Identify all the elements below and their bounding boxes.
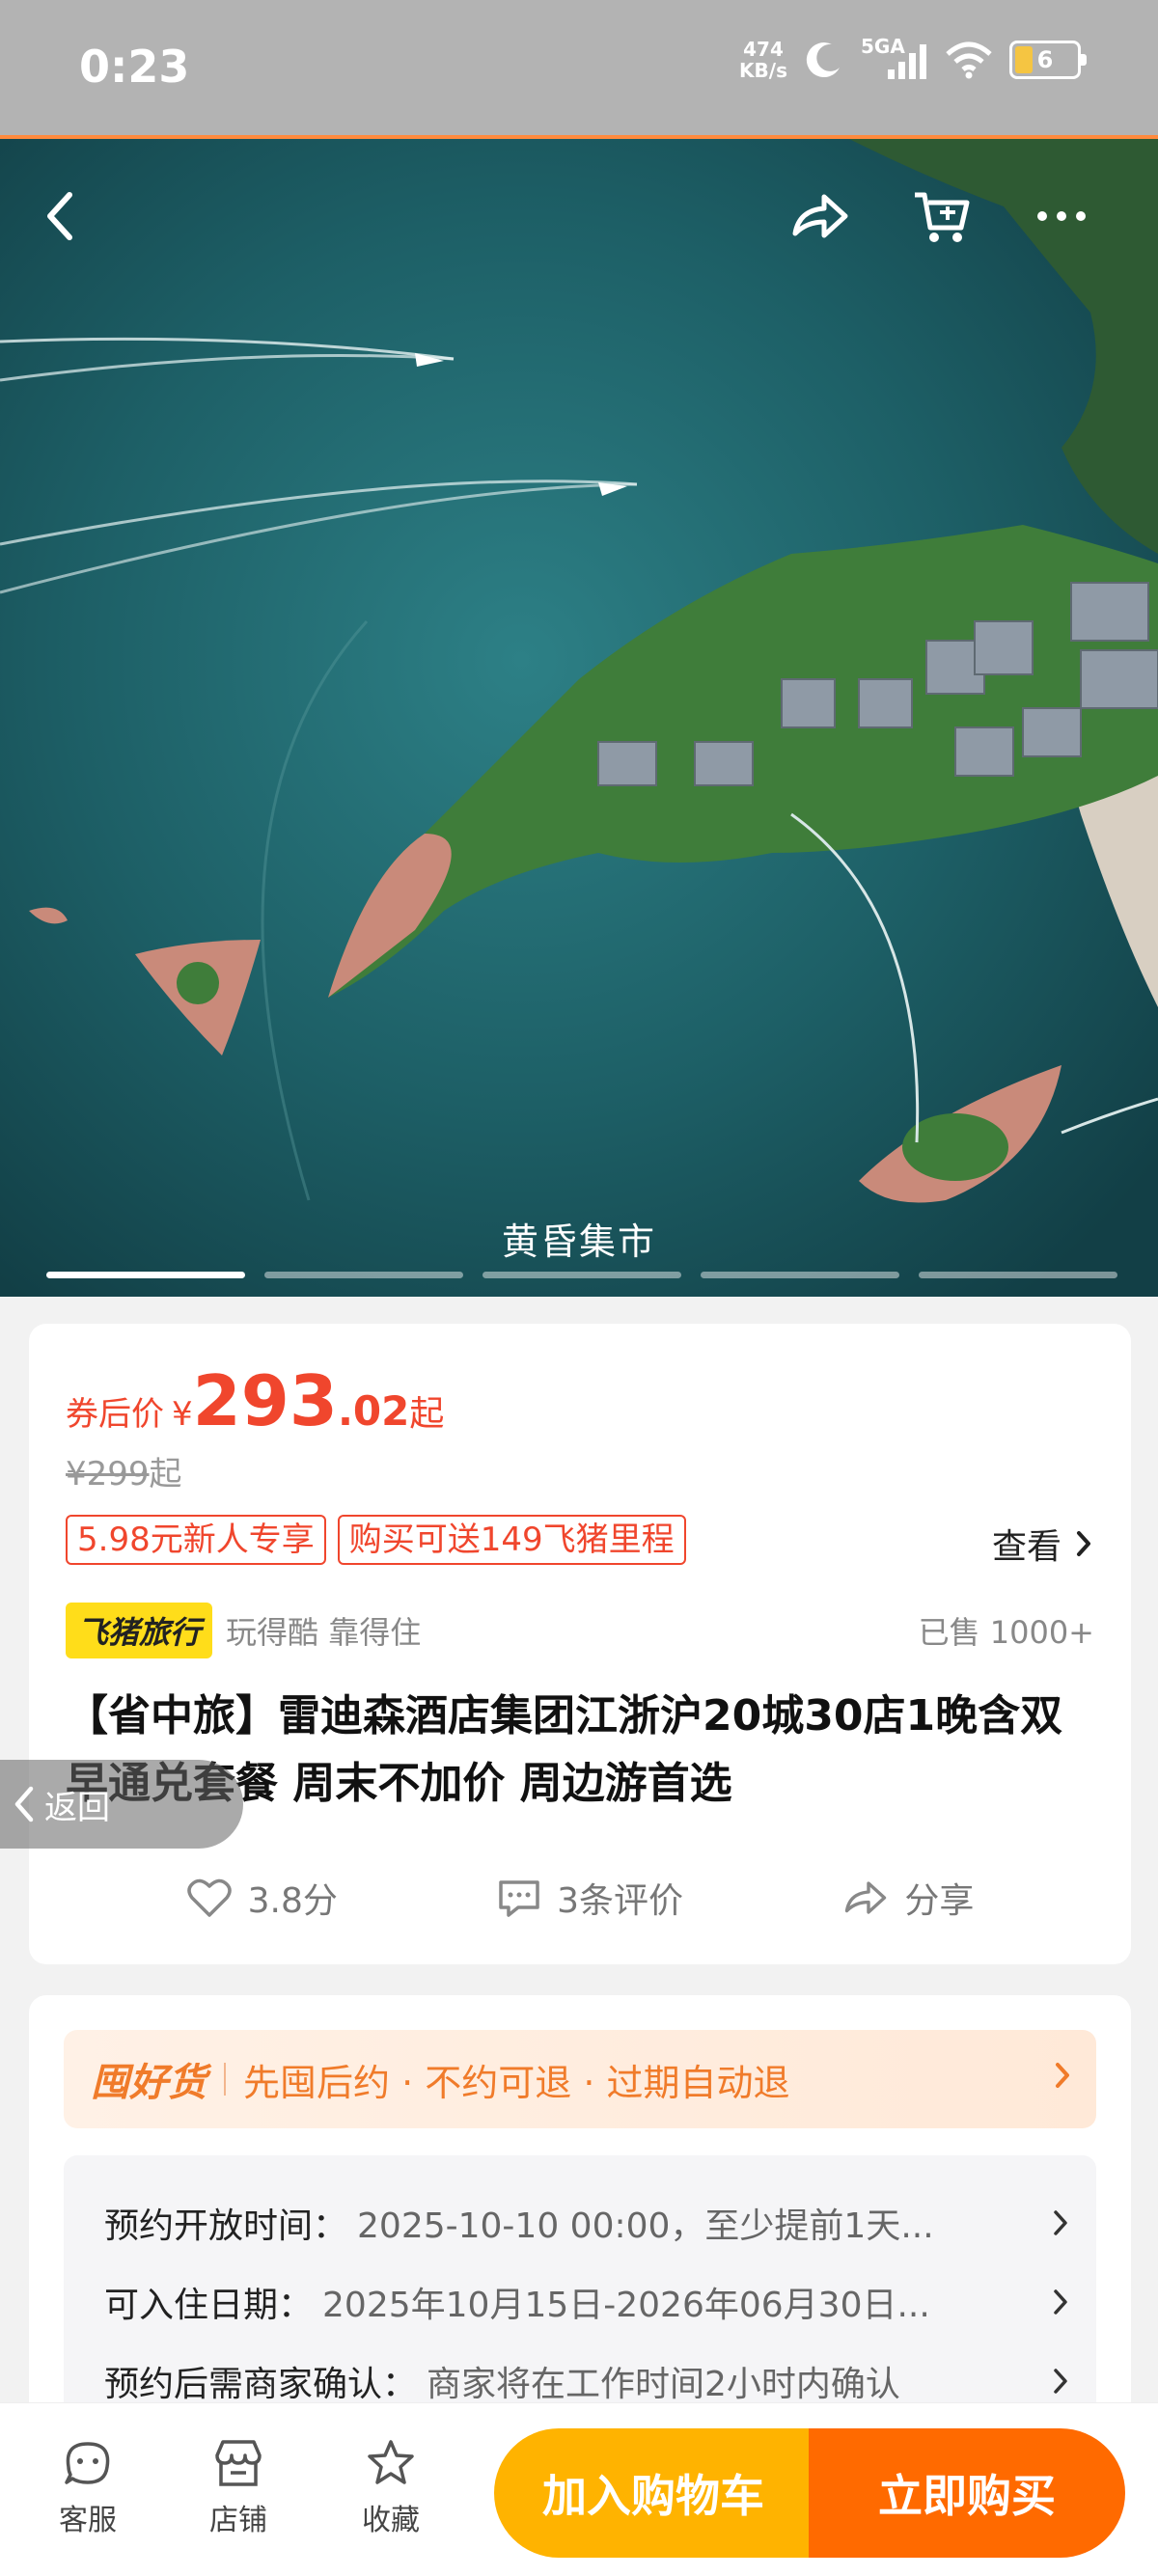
view-more-link[interactable]: 查看 (992, 1519, 1092, 1569)
comment-icon (499, 1880, 539, 1917)
customer-service-label: 客服 (59, 2504, 117, 2537)
heart-icon (186, 1878, 232, 1917)
customer-service-button[interactable]: 客服 (35, 2438, 141, 2538)
battery-icon: 6 (1009, 41, 1087, 79)
chevron-left-icon (14, 1786, 34, 1822)
floating-back-button[interactable]: 返回 (0, 1760, 243, 1849)
info-row-checkin-dates[interactable]: 可入住日期： 2025年10月15日-2026年06月30日... (104, 2273, 1069, 2331)
chevron-left-icon (47, 192, 72, 240)
bottom-action-bar: 客服 店铺 收藏 加入购物车 立即购买 (0, 2402, 1158, 2576)
hero-toolbar (0, 178, 1158, 274)
promo-logo: 囤好货 (91, 2061, 207, 2105)
stats-row: 3.8分 3条评价 分享 (29, 1864, 1131, 1932)
battery-level: 6 (1036, 46, 1054, 73)
add-to-cart-button[interactable]: 加入购物车 (494, 2428, 813, 2558)
shop-button[interactable]: 店铺 (185, 2438, 291, 2538)
product-info-card: 券后价 ¥ 293 .02 起 ¥299起 5.98元新人专享 购买可送149飞… (29, 1324, 1131, 1964)
chevron-right-icon (1054, 2210, 1067, 2235)
favorite-label: 收藏 (362, 2504, 420, 2537)
promo-tags: 5.98元新人专享 购买可送149飞猪里程 (66, 1515, 686, 1565)
fliggy-logo: 飞猪旅行 (66, 1603, 213, 1658)
cart-icon (915, 192, 970, 242)
hero-caption: 黄昏集市 (501, 1220, 656, 1263)
price-decimal: .02 (337, 1387, 410, 1435)
net-speed: 474 KB/s (739, 39, 787, 81)
net-speed-value: 474 (743, 38, 784, 61)
info-label: 预约开放时间： (104, 2206, 348, 2246)
original-price: ¥299起 (66, 1447, 182, 1494)
product-page: 0:23 474 KB/s 5GA 6 黄昏集市 券后价 ¥ 293 .02 起… (0, 0, 1158, 2576)
star-icon (368, 2440, 414, 2484)
price-label: 券后价 (66, 1395, 164, 1434)
net-speed-unit: KB/s (739, 59, 787, 82)
share-icon (792, 194, 848, 238)
info-label: 预约后需商家确认： (104, 2365, 418, 2404)
promo-divider (224, 2063, 226, 2096)
chevron-right-icon (1077, 1531, 1090, 1556)
floating-back-label: 返回 (44, 1788, 110, 1827)
wifi-icon (946, 41, 992, 79)
price-integer: 293 (192, 1360, 338, 1441)
slide-indicator[interactable] (482, 1272, 681, 1278)
price-currency: ¥ (172, 1395, 193, 1434)
price-suffix: 起 (409, 1394, 445, 1434)
slide-indicator[interactable] (46, 1272, 245, 1278)
more-icon (1037, 211, 1086, 221)
slide-indicator[interactable] (701, 1272, 899, 1278)
chevron-right-icon (1054, 2369, 1067, 2394)
cart-button[interactable] (903, 178, 980, 255)
info-value: 2025-10-10 00:00，至少提前1天... (357, 2206, 934, 2246)
rating-stat[interactable]: 3.8分 (186, 1873, 338, 1923)
buy-now-button[interactable]: 立即购买 (809, 2428, 1125, 2558)
shop-label: 店铺 (209, 2504, 267, 2537)
status-bar: 0:23 474 KB/s 5GA 6 (0, 0, 1158, 135)
favorite-button[interactable]: 收藏 (338, 2438, 444, 2538)
status-time: 0:23 (79, 41, 190, 93)
info-label: 可入住日期： (104, 2286, 314, 2325)
info-row-booking-open[interactable]: 预约开放时间： 2025-10-10 00:00，至少提前1天... (104, 2194, 1069, 2252)
slide-indicator[interactable] (919, 1272, 1117, 1278)
share-stat[interactable]: 分享 (842, 1873, 974, 1923)
share-button[interactable] (782, 178, 859, 255)
price-row: 券后价 ¥ 293 .02 起 (66, 1360, 444, 1441)
moon-icon (806, 42, 840, 78)
promo-text: 先囤后约 · 不约可退 · 过期自动退 (243, 2061, 790, 2104)
promo-banner[interactable]: 囤好货 先囤后约 · 不约可退 · 过期自动退 (64, 2030, 1096, 2128)
chevron-right-icon (1056, 2063, 1069, 2088)
original-price-suffix: 起 (149, 1455, 182, 1494)
share-icon (845, 1881, 887, 1914)
brand-slogan: 玩得酷 靠得住 (226, 1614, 422, 1651)
signal-bars-icon (888, 44, 926, 79)
back-button[interactable] (21, 178, 98, 255)
hero-image (0, 139, 1158, 1297)
tag-mileage[interactable]: 购买可送149飞猪里程 (337, 1515, 686, 1565)
status-icons: 474 KB/s 5GA 6 (739, 35, 1087, 81)
original-price-value: ¥299 (66, 1455, 150, 1494)
view-more-label: 查看 (991, 1527, 1062, 1567)
shop-icon (215, 2440, 262, 2486)
cell-signal: 5GA (861, 35, 928, 81)
tag-new-user[interactable]: 5.98元新人专享 (66, 1515, 326, 1565)
divider (0, 135, 1158, 139)
slide-indicators (46, 1272, 1117, 1278)
chevron-right-icon (1054, 2289, 1067, 2315)
info-value: 2025年10月15日-2026年06月30日... (322, 2286, 930, 2325)
rating-value: 3.8分 (247, 1881, 338, 1921)
slide-indicator[interactable] (264, 1272, 463, 1278)
reviews-stat[interactable]: 3条评价 (497, 1873, 683, 1923)
info-value: 商家将在工作时间2小时内确认 (427, 2365, 900, 2404)
share-label: 分享 (904, 1881, 975, 1921)
hero-gallery[interactable]: 黄昏集市 (0, 139, 1158, 1297)
info-row-merchant-confirm[interactable]: 预约后需商家确认： 商家将在工作时间2小时内确认 (104, 2352, 1069, 2410)
sold-count: 已售 1000+ (918, 1614, 1094, 1651)
brand-row: 飞猪旅行 玩得酷 靠得住 已售 1000+ (66, 1602, 1094, 1659)
reviews-count: 3条评价 (557, 1881, 684, 1921)
more-button[interactable] (1023, 178, 1100, 255)
customer-service-icon (65, 2442, 110, 2484)
